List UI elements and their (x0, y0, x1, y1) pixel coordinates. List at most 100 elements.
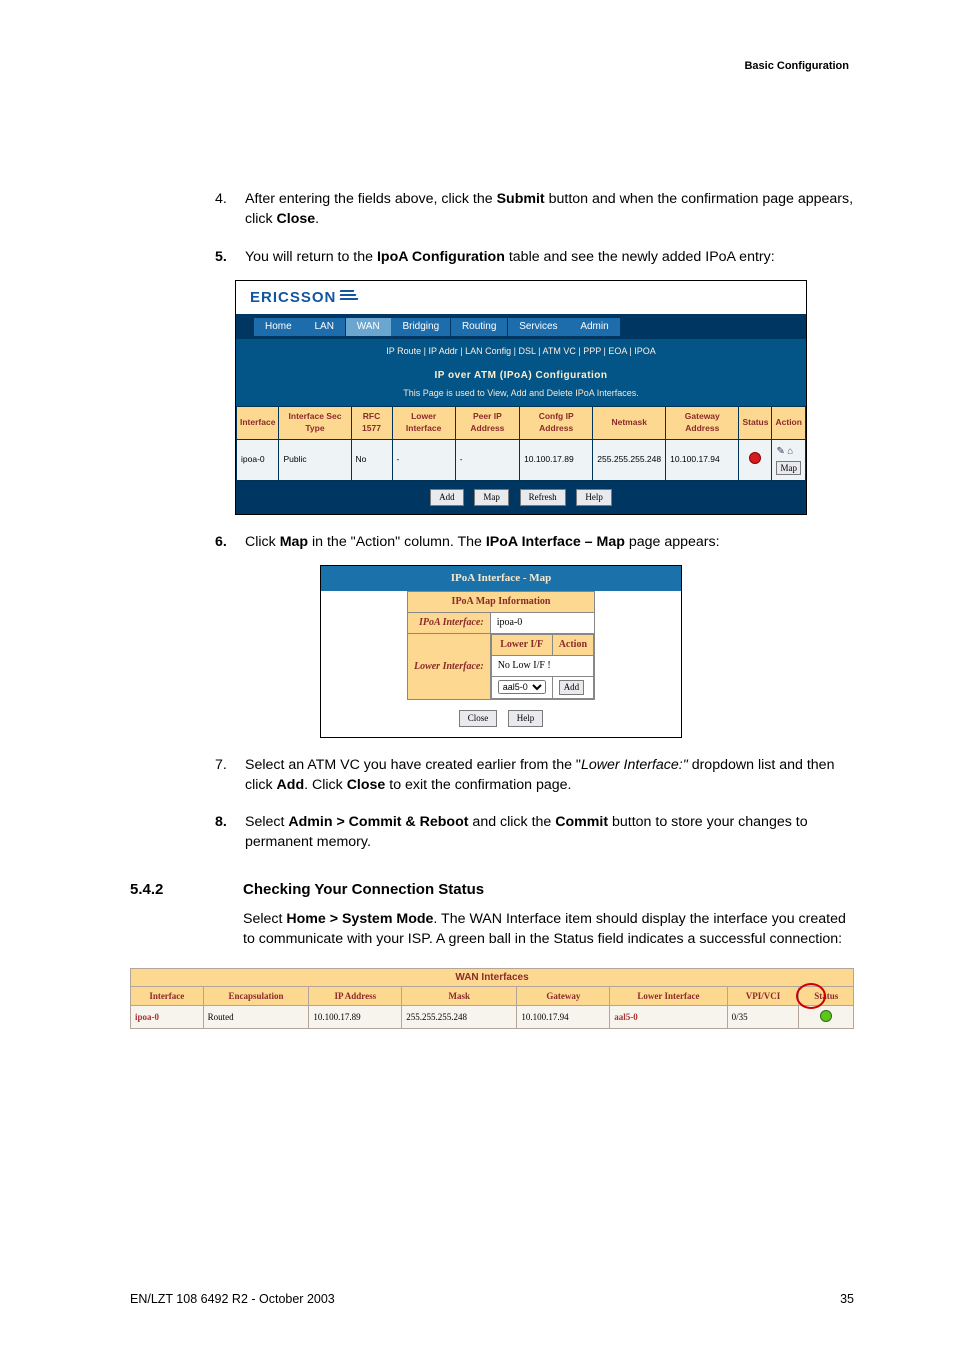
bold: IpoA Configuration (377, 249, 505, 265)
ipoa-map-title: IPoA Interface - Map (321, 566, 681, 591)
add-button[interactable]: Add (430, 489, 464, 506)
nav-routing[interactable]: Routing (451, 318, 507, 336)
col-vpivci: VPI/VCI (727, 986, 799, 1005)
cell-action: Map (772, 439, 806, 481)
action-col: Action (552, 635, 593, 656)
step-number: 8. (215, 813, 227, 833)
nav-bridging[interactable]: Bridging (391, 318, 450, 336)
text: Select (243, 911, 286, 927)
step-5: 5. You will return to the IpoA Configura… (245, 248, 854, 515)
text: Select an ATM VC you have created earlie… (245, 757, 581, 773)
router-subnav[interactable]: IP Route | IP Addr | LAN Config | DSL | … (236, 339, 806, 364)
col-interface: Interface (131, 986, 204, 1005)
ipoa-map-info-table: IPoA Map Information IPoA Interface: ipo… (407, 591, 595, 700)
bold: Close (277, 211, 316, 227)
map-button[interactable]: Map (776, 461, 801, 476)
col-action: Action (772, 406, 806, 439)
text: . (315, 211, 319, 227)
cell-sectype: Public (279, 439, 351, 481)
section-number: 5.4.2 (130, 881, 163, 898)
help-button[interactable]: Help (576, 489, 612, 506)
ipoa-iface-value: ipoa-0 (490, 613, 594, 634)
cell-rfc: No (351, 439, 392, 481)
cell-mask: 255.255.255.248 (402, 1005, 517, 1028)
help-button[interactable]: Help (508, 710, 544, 727)
cell-confip: 10.100.17.89 (520, 439, 593, 481)
table-header-row: Interface Encapsulation IP Address Mask … (131, 986, 854, 1005)
edit-icon[interactable] (776, 446, 784, 456)
router-page-title: IP over ATM (IPoA) Configuration (236, 363, 806, 385)
ipoa-map-button-row: Close Help (321, 700, 681, 737)
ericsson-logo: ERICSSON (250, 287, 336, 308)
section-body: Select Home > System Mode. The WAN Inter… (243, 910, 854, 950)
status-up-icon (820, 1010, 832, 1022)
cell-encap: Routed (203, 1005, 309, 1028)
map-button[interactable]: Map (474, 489, 509, 506)
page-header-section: Basic Configuration (744, 60, 849, 72)
col-peerip: Peer IP Address (455, 406, 519, 439)
ipoa-config-screenshot: ERICSSON Home LAN WAN Bridging (235, 280, 854, 515)
ericsson-wave-icon (340, 290, 358, 304)
text: table and see the newly added IPoA entry… (505, 249, 775, 265)
text: and click the (468, 814, 555, 830)
step-8: 8. Select Admin > Commit & Reboot and cl… (245, 813, 854, 853)
nav-admin[interactable]: Admin (569, 318, 619, 336)
text: Click (245, 534, 280, 550)
cell-status (799, 1005, 854, 1028)
footer-doc-id: EN/LZT 108 6492 R2 - October 2003 (130, 1292, 335, 1306)
num-bold: 6. (215, 534, 227, 550)
text: You will return to the (245, 249, 377, 265)
step-number: 4. (215, 190, 227, 210)
page-footer: EN/LZT 108 6492 R2 - October 2003 35 (130, 1292, 854, 1306)
bold: Admin > Commit & Reboot (288, 814, 468, 830)
cell-interface: ipoa-0 (131, 1005, 204, 1028)
table-header-row: Interface Interface Sec Type RFC 1577 Lo… (237, 406, 806, 439)
step-number: 7. (215, 756, 227, 776)
cell-gateway: 10.100.17.94 (517, 1005, 610, 1028)
text: page appears: (625, 534, 720, 550)
col-encap: Encapsulation (203, 986, 309, 1005)
bold: Submit (497, 191, 545, 207)
ipoa-map-info-header: IPoA Map Information (407, 592, 594, 613)
col-gateway: Gateway (517, 986, 610, 1005)
bold: IPoA Interface – Map (486, 534, 625, 550)
num-bold: 8. (215, 814, 227, 830)
lower-if-add-button[interactable]: Add (559, 680, 585, 695)
cell-vpivci: 0/35 (727, 1005, 799, 1028)
col-netmask: Netmask (593, 406, 666, 439)
italic: Lower Interface:" (581, 757, 688, 773)
text: . Click (304, 777, 347, 793)
nav-services[interactable]: Services (508, 318, 568, 336)
cell-interface: ipoa-0 (237, 439, 279, 481)
lower-if-select-cell: aal5-0 (491, 677, 552, 699)
col-gateway: Gateway Address (666, 406, 739, 439)
step-number: 6. (215, 533, 227, 553)
table-row: ipoa-0 Public No - - 10.100.17.89 255.25… (237, 439, 806, 481)
section-title: Checking Your Connection Status (243, 881, 854, 898)
refresh-button[interactable]: Refresh (520, 489, 566, 506)
num-bold: 5. (215, 249, 227, 265)
text: in the "Action" column. The (308, 534, 486, 550)
lower-if-select[interactable]: aal5-0 (498, 680, 546, 694)
router-button-row: Add Map Refresh Help (236, 481, 806, 514)
cell-status (739, 439, 772, 481)
cell-ip: 10.100.17.89 (309, 1005, 402, 1028)
cell-peerip: - (455, 439, 519, 481)
highlight-circle-icon (796, 983, 826, 1009)
text: to exit the confirmation page. (385, 777, 571, 793)
lower-if-col: Lower I/F (491, 635, 552, 656)
nav-home[interactable]: Home (254, 318, 303, 336)
text: Select (245, 814, 288, 830)
bold: Close (347, 777, 386, 793)
nav-lan[interactable]: LAN (303, 318, 344, 336)
no-low-if: No Low I/F ! (491, 656, 593, 677)
step-7: 7. Select an ATM VC you have created ear… (245, 756, 854, 796)
step-4: 4. After entering the fields above, clic… (245, 190, 854, 230)
router-main-nav: Home LAN WAN Bridging Routing Services A… (236, 314, 806, 339)
table-row: ipoa-0 Routed 10.100.17.89 255.255.255.2… (131, 1005, 854, 1028)
cell-netmask: 255.255.255.248 (593, 439, 666, 481)
close-button[interactable]: Close (459, 710, 498, 727)
nav-wan[interactable]: WAN (346, 318, 391, 336)
delete-icon[interactable] (787, 446, 793, 456)
lower-iface-nested: Lower I/F Action No Low I/F ! aal5-0 Add (490, 634, 594, 700)
